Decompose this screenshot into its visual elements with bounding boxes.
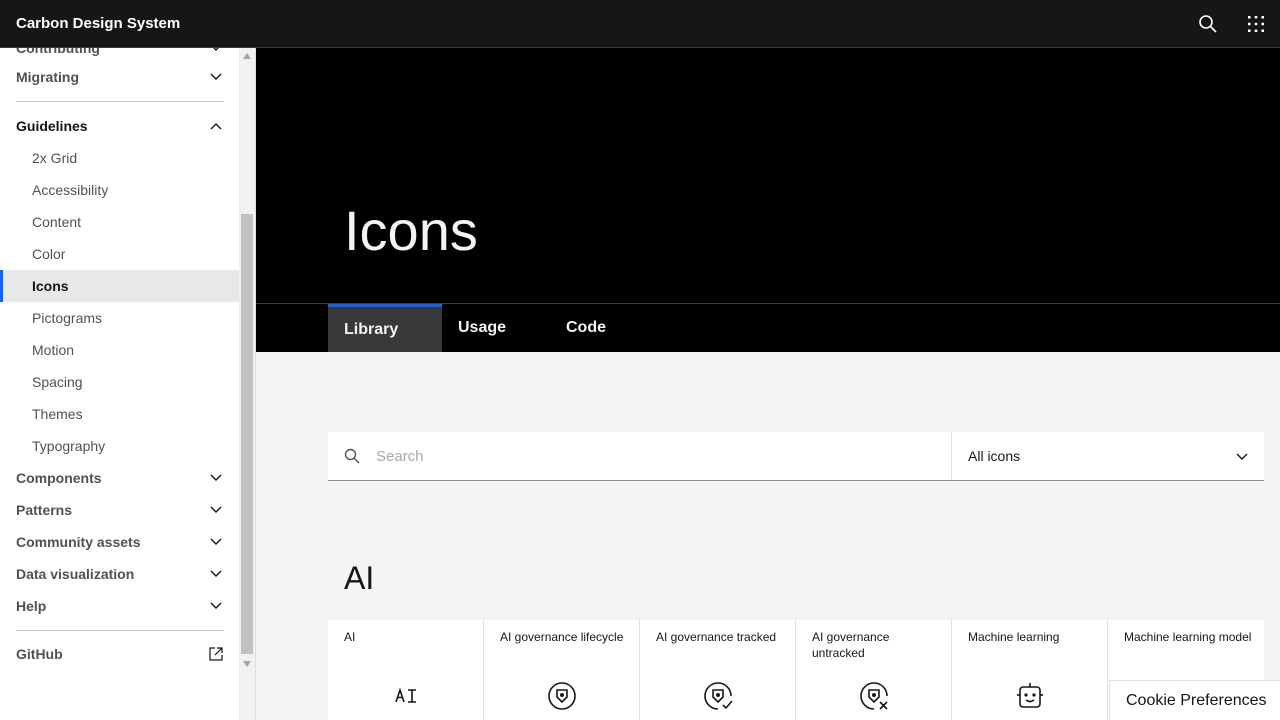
search-button[interactable]	[1184, 0, 1232, 48]
chevron-down-icon	[208, 534, 224, 550]
nav-section-label: Components	[16, 470, 102, 486]
nav-section-contributing[interactable]: Contributing	[0, 48, 240, 56]
icon-tile-ai-governance-untracked[interactable]: AI governance untracked	[796, 620, 952, 720]
app-switcher-button[interactable]	[1232, 0, 1280, 48]
tab-usage[interactable]: Usage	[442, 304, 550, 352]
page-tabs: Library Usage Code	[256, 303, 1280, 352]
nav-item-color[interactable]: Color	[0, 238, 240, 270]
page-hero: Icons	[256, 48, 1280, 304]
site-title[interactable]: Carbon Design System	[0, 15, 180, 32]
ai-governance-untracked-icon	[858, 680, 890, 712]
ai-governance-lifecycle-icon	[546, 680, 578, 712]
nav-link-github[interactable]: GitHub	[0, 638, 240, 670]
nav-section-label: Guidelines	[16, 118, 88, 134]
nav-item-motion[interactable]: Motion	[0, 334, 240, 366]
nav-section-guidelines[interactable]: Guidelines	[0, 110, 240, 142]
tab-library[interactable]: Library	[328, 304, 442, 352]
nav-section-help[interactable]: Help	[0, 590, 240, 622]
side-nav-list: Contributing Migrating Guidelines 2x Gri…	[0, 48, 240, 670]
chevron-down-icon	[208, 598, 224, 614]
scroll-down-icon[interactable]	[243, 660, 251, 668]
category-heading: AI	[344, 560, 375, 596]
nav-section-label: Migrating	[16, 69, 79, 85]
icon-name: AI governance lifecycle	[500, 630, 624, 644]
nav-section-migrating[interactable]: Migrating	[0, 61, 240, 93]
icon-tile-ai[interactable]: AI	[328, 620, 484, 720]
external-link-icon	[208, 646, 224, 662]
icon-name: Machine learning	[968, 630, 1060, 644]
nav-divider	[16, 101, 224, 102]
grid-icon	[1248, 15, 1264, 32]
nav-item-content[interactable]: Content	[0, 206, 240, 238]
sidebar-scrollbar[interactable]	[239, 48, 255, 720]
icon-tile-machine-learning[interactable]: Machine learning	[952, 620, 1108, 720]
nav-item-typography[interactable]: Typography	[0, 430, 240, 462]
chevron-down-icon	[208, 566, 224, 582]
ai-governance-tracked-icon	[702, 680, 734, 712]
nav-section-community-assets[interactable]: Community assets	[0, 526, 240, 558]
dropdown-value: All icons	[968, 448, 1021, 464]
nav-section-label: Data visualization	[16, 566, 135, 582]
icon-name: Machine learning model	[1124, 630, 1252, 644]
top-header: Carbon Design System	[0, 0, 1280, 48]
nav-section-patterns[interactable]: Patterns	[0, 494, 240, 526]
category-filter-dropdown[interactable]: All icons	[952, 432, 1264, 480]
nav-item-themes[interactable]: Themes	[0, 398, 240, 430]
machine-learning-icon	[1014, 680, 1046, 712]
search-icon	[1199, 14, 1217, 33]
nav-section-label: Help	[16, 598, 47, 614]
nav-link-label: GitHub	[16, 646, 63, 662]
nav-section-label: Patterns	[16, 502, 73, 518]
icon-tile-ai-governance-lifecycle[interactable]: AI governance lifecycle	[484, 620, 640, 720]
nav-section-data-visualization[interactable]: Data visualization	[0, 558, 240, 590]
icon-search-bar: All icons	[328, 432, 1264, 481]
icon-name: AI governance untracked	[812, 630, 890, 660]
chevron-down-icon	[208, 470, 224, 486]
scroll-up-icon[interactable]	[243, 52, 251, 60]
nav-item-spacing[interactable]: Spacing	[0, 366, 240, 398]
nav-item-accessibility[interactable]: Accessibility	[0, 174, 240, 206]
icon-name: AI governance tracked	[656, 630, 777, 644]
chevron-down-icon	[208, 48, 224, 56]
side-nav: Contributing Migrating Guidelines 2x Gri…	[0, 48, 256, 720]
scroll-thumb[interactable]	[241, 214, 253, 654]
nav-divider	[16, 630, 224, 631]
header-actions	[1184, 0, 1280, 48]
icon-name: AI	[344, 630, 356, 644]
search-field-wrapper	[328, 432, 952, 480]
nav-item-2x-grid[interactable]: 2x Grid	[0, 142, 240, 174]
icon-tile-ai-governance-tracked[interactable]: AI governance tracked	[640, 620, 796, 720]
ai-icon	[390, 680, 422, 712]
search-input[interactable]	[376, 447, 936, 465]
chevron-up-icon	[208, 118, 224, 134]
search-icon	[328, 448, 376, 464]
nav-section-label: Community assets	[16, 534, 141, 550]
chevron-down-icon	[208, 502, 224, 518]
chevron-down-icon	[1236, 448, 1248, 464]
nav-section-label: Contributing	[16, 48, 100, 56]
nav-section-components[interactable]: Components	[0, 462, 240, 494]
page-title: Icons	[344, 199, 478, 262]
cookie-preferences-button[interactable]: Cookie Preferences	[1109, 680, 1280, 720]
tab-code[interactable]: Code	[550, 304, 658, 352]
chevron-down-icon	[208, 69, 224, 85]
nav-item-pictograms[interactable]: Pictograms	[0, 302, 240, 334]
nav-item-icons[interactable]: Icons	[0, 270, 240, 302]
